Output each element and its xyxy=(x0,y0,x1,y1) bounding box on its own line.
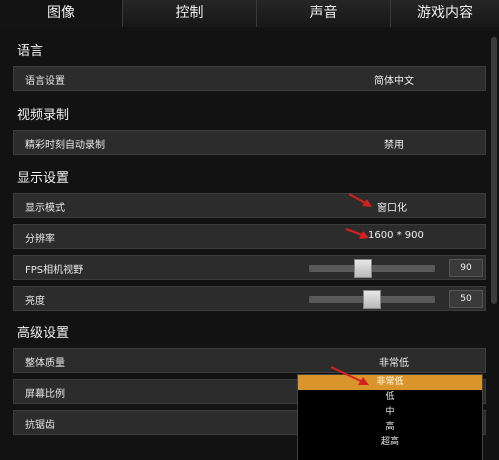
row-brightness: 亮度 50 xyxy=(13,286,486,311)
settings-panel: 语言 语言设置 简体中文 视频录制 精彩时刻自动录制 禁用 显示设置 显示模式 … xyxy=(0,27,499,460)
row-resolution[interactable]: 分辨率 1600 * 900 xyxy=(13,224,486,249)
quality-option-medium[interactable]: 中 xyxy=(298,405,482,420)
fps-fov-label: FPS相机视野 xyxy=(25,265,84,276)
highlight-record-label: 精彩时刻自动录制 xyxy=(25,140,105,151)
quality-option-very-low[interactable]: 非常低 xyxy=(298,375,482,390)
brightness-value-box[interactable]: 50 xyxy=(449,290,483,308)
overall-quality-label: 整体质量 xyxy=(25,358,65,369)
section-advanced: 高级设置 xyxy=(17,326,70,341)
fps-fov-value-box[interactable]: 90 xyxy=(449,259,483,277)
row-highlight-record[interactable]: 精彩时刻自动录制 禁用 xyxy=(13,130,486,155)
row-overall-quality[interactable]: 整体质量 非常低 xyxy=(13,348,486,373)
tab-graphics[interactable]: 图像 xyxy=(0,0,122,27)
resolution-label: 分辨率 xyxy=(25,234,55,245)
section-display: 显示设置 xyxy=(17,171,70,186)
quality-dropdown: 非常低 低 中 高 超高 xyxy=(297,374,483,460)
resolution-value[interactable]: 1600 * 900 xyxy=(368,230,424,241)
quality-option-high[interactable]: 高 xyxy=(298,420,482,435)
tab-game-content[interactable]: 游戏内容 xyxy=(390,0,499,27)
display-mode-label: 显示模式 xyxy=(25,203,65,214)
tab-bar: 图像 控制 声音 游戏内容 xyxy=(0,0,499,27)
language-setting-label: 语言设置 xyxy=(25,76,65,87)
row-language-setting[interactable]: 语言设置 简体中文 xyxy=(13,66,486,91)
overall-quality-value[interactable]: 非常低 xyxy=(314,354,474,369)
fps-fov-slider-handle[interactable] xyxy=(354,259,373,278)
highlight-record-value[interactable]: 禁用 xyxy=(314,136,474,151)
quality-option-low[interactable]: 低 xyxy=(298,390,482,405)
quality-option-ultra[interactable]: 超高 xyxy=(298,435,482,450)
tab-controls[interactable]: 控制 xyxy=(122,0,256,27)
scrollbar[interactable] xyxy=(491,37,497,304)
language-setting-value[interactable]: 简体中文 xyxy=(314,72,474,87)
settings-window: 图像 控制 声音 游戏内容 语言 语言设置 简体中文 视频录制 精彩时刻自动录制… xyxy=(0,0,499,460)
tab-sound[interactable]: 声音 xyxy=(256,0,390,27)
section-language: 语言 xyxy=(17,44,44,59)
row-display-mode[interactable]: 显示模式 窗口化 xyxy=(13,193,486,218)
anti-aliasing-label: 抗锯齿 xyxy=(25,420,55,431)
display-mode-value[interactable]: 窗口化 xyxy=(377,199,407,214)
screen-ratio-label: 屏幕比例 xyxy=(25,389,65,400)
row-fps-fov: FPS相机视野 90 xyxy=(13,255,486,280)
brightness-slider-handle[interactable] xyxy=(363,290,381,309)
section-video-record: 视频录制 xyxy=(17,108,70,123)
brightness-label: 亮度 xyxy=(25,296,45,307)
